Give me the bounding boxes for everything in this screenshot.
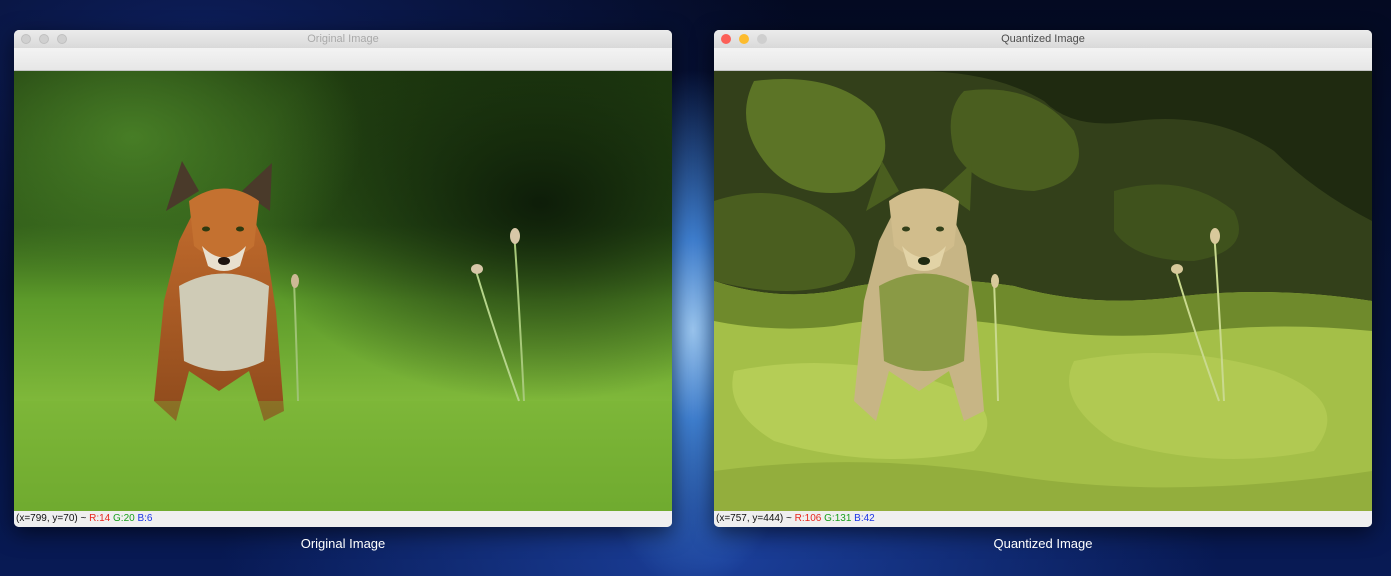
cursor-coordinates: (x=799, y=70) ~ — [16, 513, 87, 524]
window-toolbar — [714, 48, 1372, 71]
pixel-info-statusbar: (x=757, y=444) ~ R:106 G:131 B:42 — [714, 511, 1372, 527]
quantized-image-canvas[interactable] — [714, 71, 1372, 511]
quantized-image-caption: Quantized Image — [993, 536, 1093, 551]
quantized-image-window[interactable]: Quantized Image (x=757, y=444) ~ R:106 G… — [714, 30, 1372, 527]
original-image-caption: Original Image — [300, 536, 386, 551]
pixel-info-statusbar: (x=799, y=70) ~ R:14 G:20 B:6 — [14, 511, 672, 527]
blue-value: B:42 — [854, 513, 875, 524]
close-button[interactable] — [21, 34, 31, 44]
cursor-coordinates: (x=757, y=444) ~ — [716, 513, 792, 524]
window-controls — [721, 34, 767, 44]
window-controls — [21, 34, 67, 44]
window-titlebar[interactable]: Original Image — [14, 30, 672, 48]
fox-subject — [854, 161, 984, 421]
green-value: G:131 — [824, 513, 852, 524]
green-value: G:20 — [113, 513, 135, 524]
window-title: Original Image — [307, 33, 379, 45]
close-button[interactable] — [721, 34, 731, 44]
maximize-button[interactable] — [757, 34, 767, 44]
blue-value: B:6 — [137, 513, 153, 524]
fox-subject — [154, 161, 284, 421]
window-toolbar — [14, 48, 672, 71]
minimize-button[interactable] — [739, 34, 749, 44]
original-image-window[interactable]: Original Image (x=799, y=70) ~ R:14 G:20… — [14, 30, 672, 527]
maximize-button[interactable] — [57, 34, 67, 44]
red-value: R:14 — [89, 513, 111, 524]
original-image-canvas[interactable] — [14, 71, 672, 511]
window-titlebar[interactable]: Quantized Image — [714, 30, 1372, 48]
red-value: R:106 — [794, 513, 822, 524]
window-title: Quantized Image — [1001, 33, 1085, 45]
minimize-button[interactable] — [39, 34, 49, 44]
